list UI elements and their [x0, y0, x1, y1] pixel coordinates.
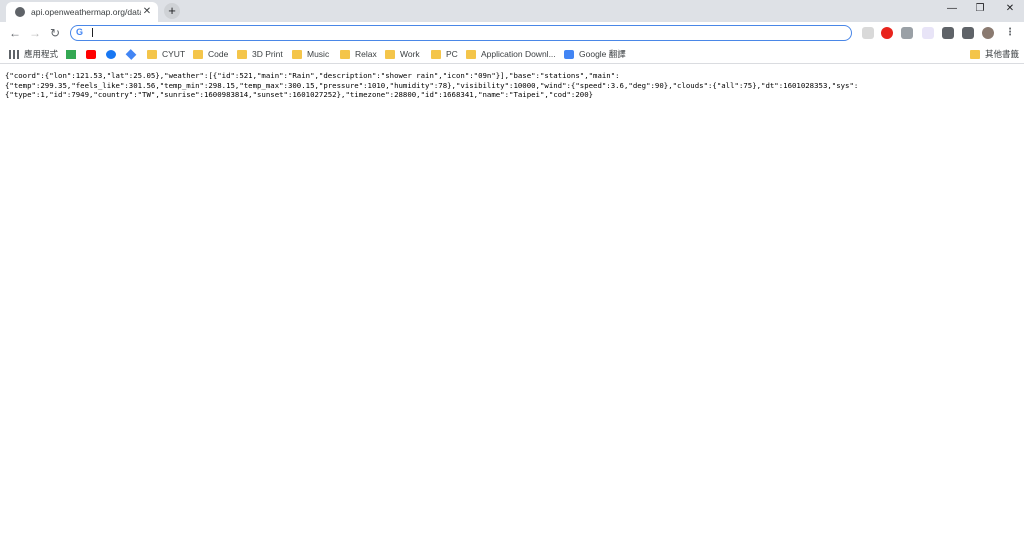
tab-close-icon[interactable]: ✕: [142, 7, 152, 17]
new-tab-button[interactable]: +: [164, 3, 180, 19]
bookmark-green-icon: [66, 49, 76, 59]
apps-grid-icon: [9, 49, 19, 59]
bookmark-folder[interactable]: Work: [385, 47, 420, 61]
bookmark-other[interactable]: 其他書籤: [970, 47, 1019, 61]
folder-icon: [466, 49, 476, 59]
bookmark-folder[interactable]: CYUT: [147, 47, 185, 61]
restore-button[interactable]: ❐: [966, 0, 994, 18]
bookmark-apps[interactable]: 應用程式: [9, 47, 58, 61]
address-input[interactable]: [95, 26, 835, 39]
window-close-button[interactable]: ✕: [996, 0, 1024, 18]
folder-icon: [193, 49, 203, 59]
json-line: {"coord":{"lon":121.53,"lat":25.05},"wea…: [5, 71, 620, 80]
text-caret: [92, 28, 93, 37]
back-button[interactable]: ←: [8, 26, 22, 40]
bookmark-youtube[interactable]: [86, 47, 101, 61]
bookmark-folder[interactable]: Music: [292, 47, 329, 61]
json-line: {"temp":299.35,"feels_like":301.56,"temp…: [5, 80, 859, 90]
bookmark-folder[interactable]: Code: [193, 47, 228, 61]
reload-button[interactable]: ↻: [48, 26, 62, 40]
folder-icon: [431, 49, 441, 59]
folder-icon: [385, 49, 395, 59]
bookmark-folder[interactable]: PC: [431, 47, 458, 61]
forward-button[interactable]: →: [28, 26, 42, 40]
google-translate-icon: [564, 49, 574, 59]
youtube-icon: [86, 49, 96, 59]
minimize-button[interactable]: —: [938, 0, 966, 18]
extension-icon[interactable]: [862, 27, 874, 39]
opera-icon[interactable]: [881, 27, 893, 39]
bookmark-blue[interactable]: [125, 47, 141, 61]
folder-icon: [292, 49, 302, 59]
reading-list-icon[interactable]: [962, 27, 974, 39]
bookmark-google-translate[interactable]: Google 翻譯: [564, 47, 626, 61]
bookmark-green[interactable]: [66, 47, 81, 61]
bookmark-blue-icon: [125, 48, 137, 60]
json-line: {"type":1,"id":7949,"country":"TW","sunr…: [5, 90, 594, 99]
folder-icon: [237, 49, 247, 59]
bookmark-folder[interactable]: Application Downl...: [466, 47, 556, 61]
folder-icon: [970, 49, 980, 59]
globe-icon: [15, 7, 25, 17]
folder-icon: [340, 49, 350, 59]
google-icon: G: [76, 27, 84, 37]
puzzle-icon[interactable]: [942, 27, 954, 39]
cast-icon[interactable]: [901, 27, 913, 39]
bookmark-folder[interactable]: 3D Print: [237, 47, 283, 61]
facebook-icon: [106, 49, 116, 59]
tab-active[interactable]: api.openweathermap.org/data/2.5/weather …: [6, 2, 158, 22]
tab-title: api.openweathermap.org/data/2.5/weather: [31, 7, 141, 17]
bookmark-facebook[interactable]: [106, 47, 121, 61]
address-bar[interactable]: G: [70, 25, 852, 41]
avatar[interactable]: [982, 27, 994, 39]
bookmark-folder[interactable]: Relax: [340, 47, 377, 61]
p-extension-icon[interactable]: [922, 27, 934, 39]
menu-kebab-icon[interactable]: ⋮: [1004, 27, 1016, 39]
json-response: {"coord":{"lon":121.53,"lat":25.05},"wea…: [5, 71, 1015, 100]
folder-icon: [147, 49, 157, 59]
